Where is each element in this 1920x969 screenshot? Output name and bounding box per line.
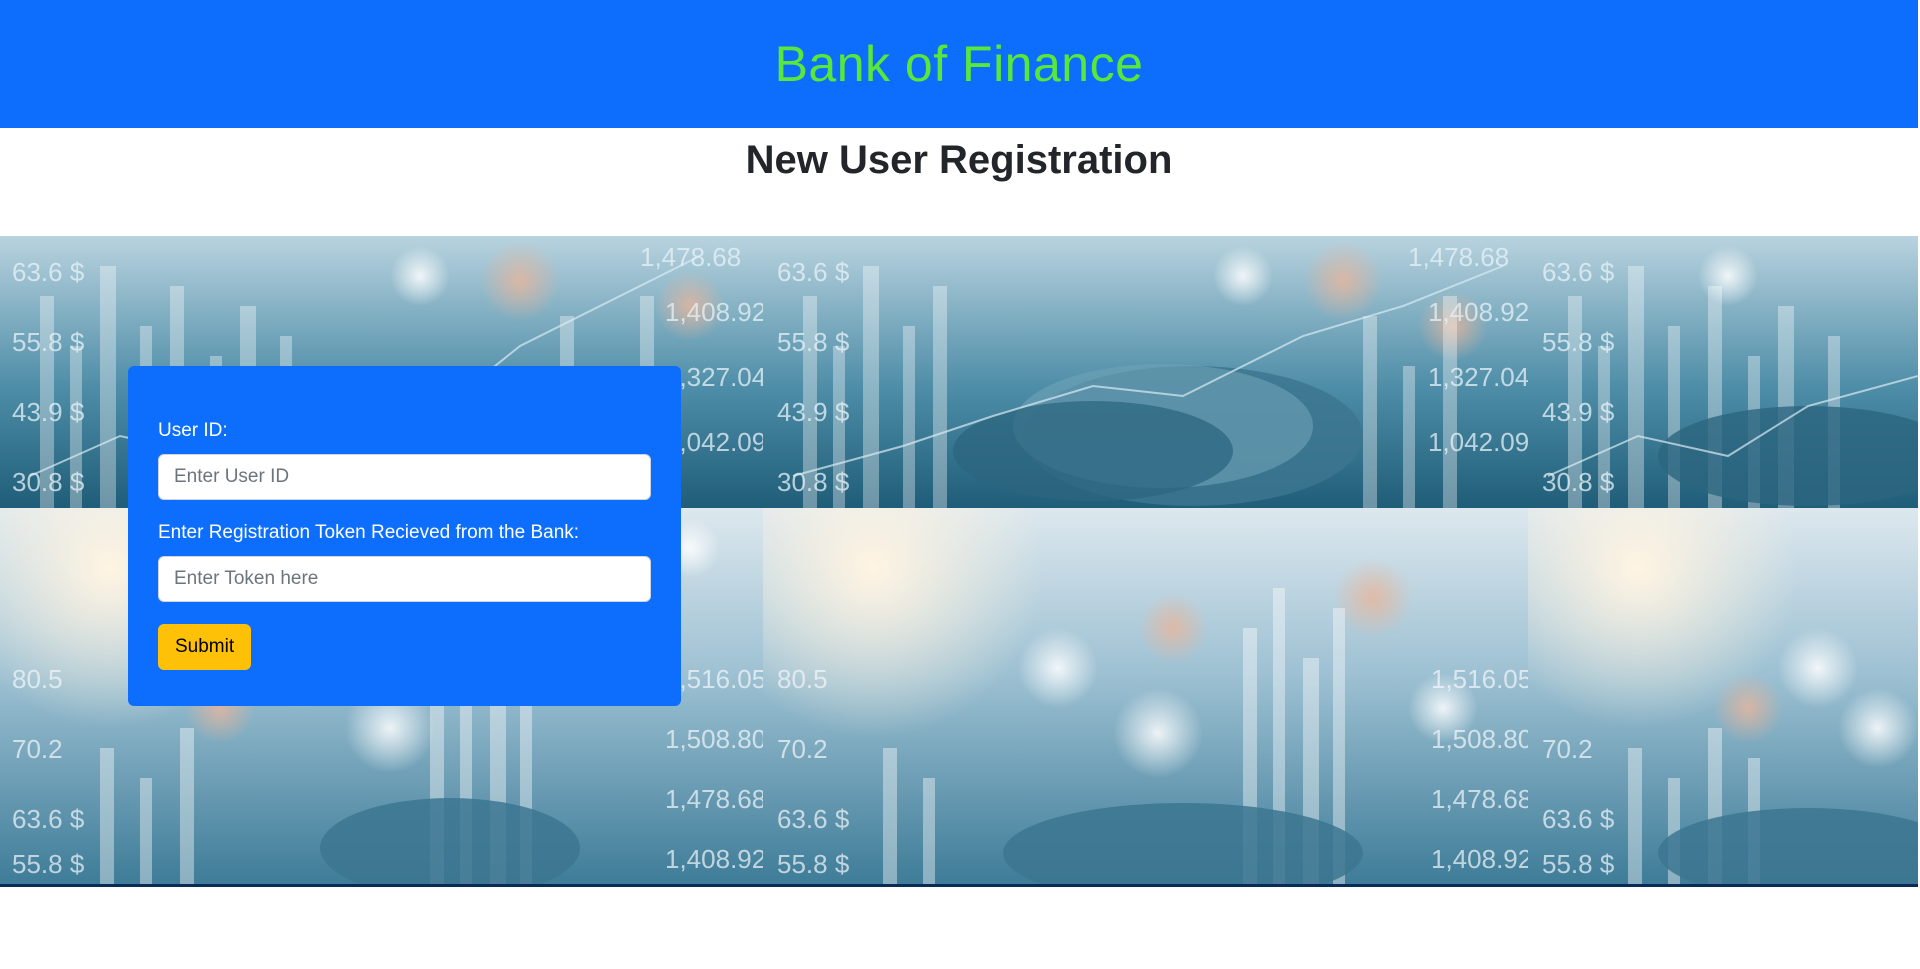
chart-label: 1,478.68 <box>640 242 741 272</box>
site-header: Bank of Finance <box>0 0 1918 128</box>
coins-chart-image-graphic: 63.6 $ 55.8 $ 43.9 $ 30.8 $ <box>1528 236 1918 508</box>
chart-label: 80.5 <box>777 664 828 694</box>
user-id-label: User ID: <box>158 420 228 441</box>
chart-label: 30.8 $ <box>12 467 85 497</box>
registration-form: User ID: Enter Registration Token Reciev… <box>128 366 681 706</box>
chart-label: 80.5 <box>12 664 63 694</box>
chart-label: 1,408.92 <box>665 844 763 874</box>
coins-chart-image-graphic: 70.2 63.6 $ 55.8 $ <box>1528 508 1918 884</box>
chart-label: 43.9 $ <box>777 397 850 427</box>
chart-label: 1,478.68 <box>1408 242 1509 272</box>
chart-label: 55.8 $ <box>1542 327 1615 357</box>
chart-label: 1,478.68 <box>1431 784 1528 814</box>
submit-button[interactable]: Submit <box>158 624 252 670</box>
coins-chart-image: 63.6 $ 55.8 $ 43.9 $ 30.8 $ 1,478.68 1,4… <box>763 236 1528 508</box>
chart-label: 63.6 $ <box>777 257 850 287</box>
chart-label: 1,408.92 <box>1428 297 1528 327</box>
chart-label: 55.8 $ <box>777 849 850 879</box>
chart-label: 1,516.05 <box>1431 664 1528 694</box>
chart-label: 1,408.92 <box>1431 844 1528 874</box>
chart-label: 55.8 $ <box>12 327 85 357</box>
user-id-input[interactable] <box>158 454 651 500</box>
coins-chart-image: 70.2 63.6 $ 55.8 $ <box>1528 508 1918 884</box>
chart-label: 70.2 <box>12 734 63 764</box>
chart-label: 63.6 $ <box>1542 804 1615 834</box>
chart-label: 1,042.09 <box>1428 427 1528 457</box>
chart-label: 63.6 $ <box>777 804 850 834</box>
coins-chart-image-graphic: 63.6 $ 55.8 $ 43.9 $ 30.8 $ 1,478.68 1,4… <box>763 236 1528 508</box>
chart-label: 55.8 $ <box>12 849 85 879</box>
chart-label: 1,408.92 <box>665 297 763 327</box>
coins-chart-image-graphic: 80.5 70.2 63.6 $ 55.8 $ 1,516.05 1,508.8… <box>763 508 1528 884</box>
coins-chart-image: 63.6 $ 55.8 $ 43.9 $ 30.8 $ <box>1528 236 1918 508</box>
chart-label: 1,327.04 <box>1428 362 1528 392</box>
chart-label: 70.2 <box>1542 734 1593 764</box>
chart-label: 63.6 $ <box>12 804 85 834</box>
chart-label: 43.9 $ <box>12 397 85 427</box>
token-label: Enter Registration Token Recieved from t… <box>158 522 580 543</box>
chart-label: 55.8 $ <box>777 327 850 357</box>
chart-label: 43.9 $ <box>1542 397 1615 427</box>
brand-title: Bank of Finance <box>774 36 1144 92</box>
chart-label: 30.8 $ <box>777 467 850 497</box>
chart-label: 70.2 <box>777 734 828 764</box>
chart-label: 1,508.80 <box>1431 724 1528 754</box>
chart-label: 63.6 $ <box>12 257 85 287</box>
page-title: New User Registration <box>745 138 1173 182</box>
token-input[interactable] <box>158 556 651 602</box>
coins-chart-image: 80.5 70.2 63.6 $ 55.8 $ 1,516.05 1,508.8… <box>763 508 1528 884</box>
chart-label: 1,478.68 <box>665 784 763 814</box>
chart-label: 63.6 $ <box>1542 257 1615 287</box>
chart-label: 30.8 $ <box>1542 467 1615 497</box>
chart-label: 55.8 $ <box>1542 849 1615 879</box>
chart-label: 1,508.80 <box>665 724 763 754</box>
